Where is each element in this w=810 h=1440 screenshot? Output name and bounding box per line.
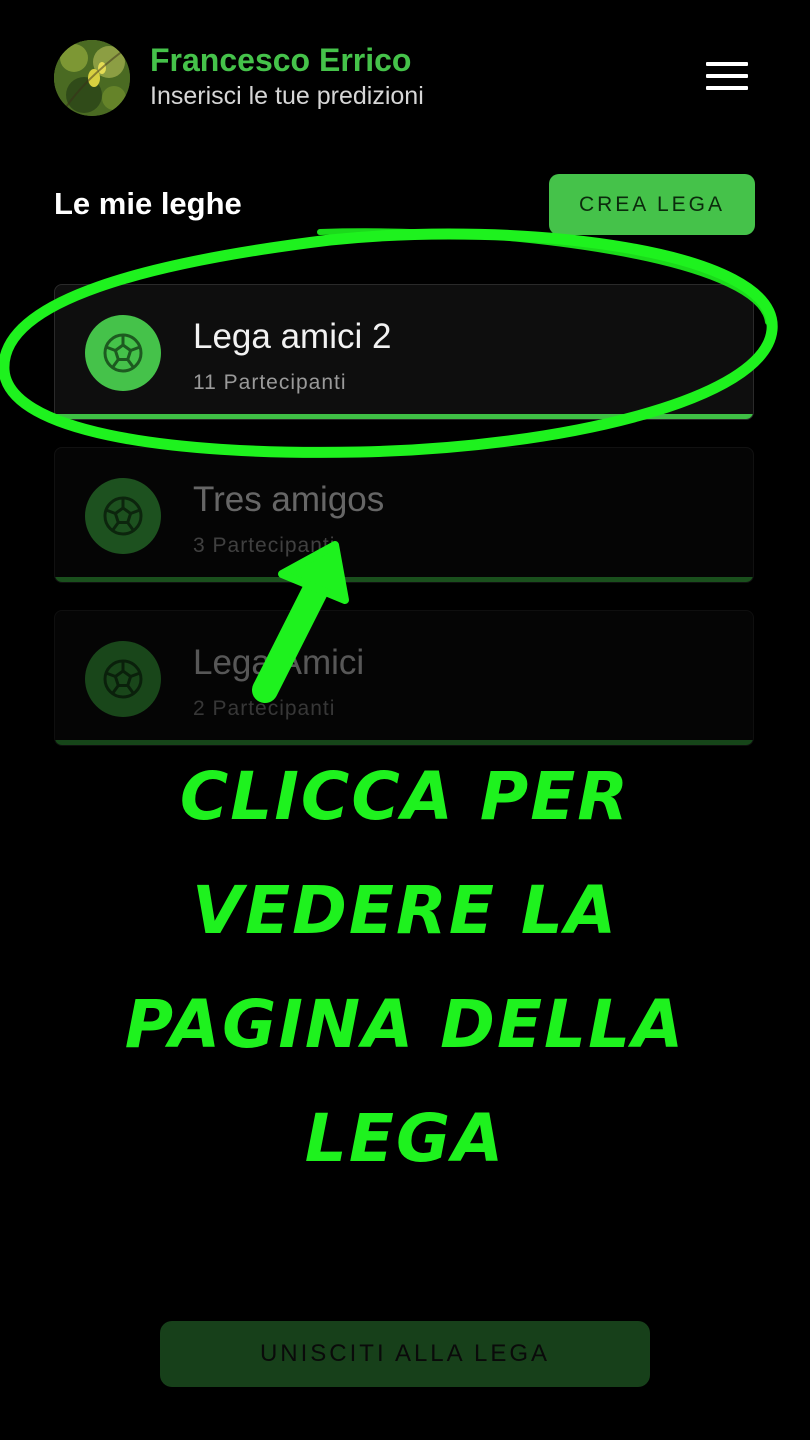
soccer-ball-icon xyxy=(85,478,161,554)
league-name: Lega Amici xyxy=(193,643,365,682)
soccer-ball-icon xyxy=(85,641,161,717)
league-name: Tres amigos xyxy=(193,480,385,519)
join-league-button[interactable]: UNISCITI ALLA LEGA xyxy=(160,1321,650,1387)
league-card[interactable]: Lega amici 2 11 Partecipanti xyxy=(54,284,754,420)
avatar-photo-icon xyxy=(54,40,130,116)
soccer-ball-icon xyxy=(85,315,161,391)
league-participants: 2 Partecipanti xyxy=(193,697,336,720)
hamburger-menu-icon[interactable] xyxy=(700,58,754,98)
league-card[interactable]: Lega Amici 2 Partecipanti xyxy=(54,610,754,746)
user-name: Francesco Errico xyxy=(150,42,412,78)
league-participants: 11 Partecipanti xyxy=(193,371,347,394)
league-card[interactable]: Tres amigos 3 Partecipanti xyxy=(54,447,754,583)
header-subtitle: Inserisci le tue predizioni xyxy=(150,82,424,110)
app-header: Francesco Errico Inserisci le tue prediz… xyxy=(0,0,810,150)
section-title: Le mie leghe xyxy=(54,186,242,221)
tutorial-annotation-text: Clicca per vedere la pagina della lega xyxy=(124,758,686,1177)
league-participants: 3 Partecipanti xyxy=(193,534,336,557)
avatar[interactable] xyxy=(54,40,130,116)
league-name: Lega amici 2 xyxy=(193,317,392,356)
create-league-button[interactable]: CREA LEGA xyxy=(549,174,755,235)
